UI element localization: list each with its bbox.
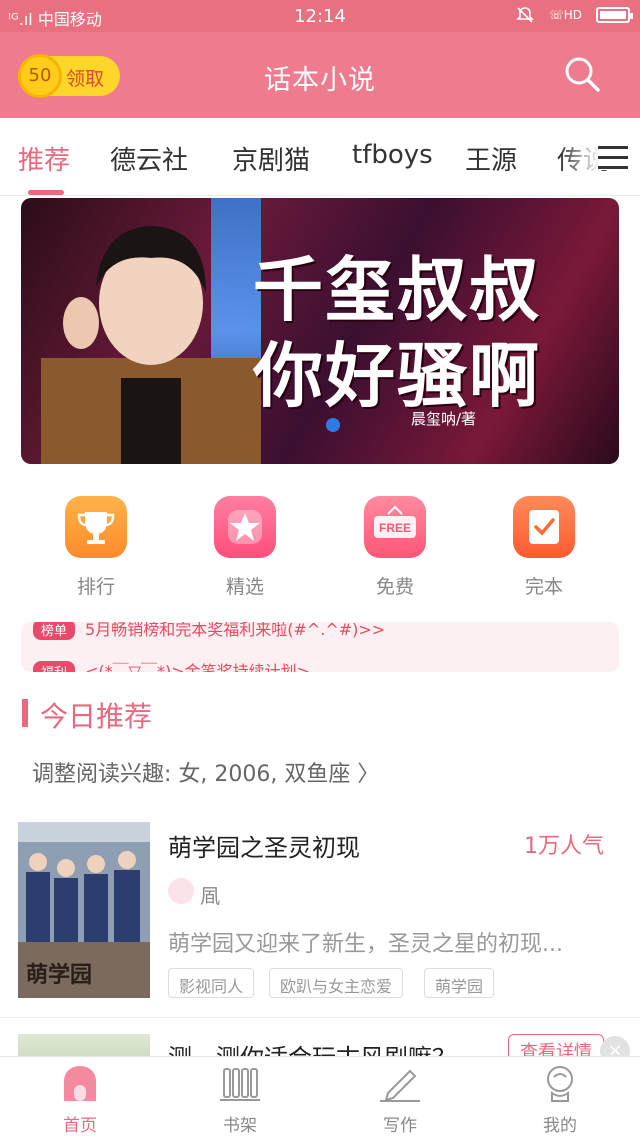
star-icon bbox=[214, 496, 276, 558]
carousel-indicator bbox=[326, 418, 340, 432]
notice-text: <(*￣▽￣*)>金笔奖持续计划> bbox=[85, 662, 311, 672]
notice-scroller[interactable]: 榜单 5月畅销榜和完本奖福利来啦(#^.^#)>> 福利 <(*￣▽￣*)>金笔奖持… bbox=[21, 622, 619, 672]
banner-author: 晨玺呐/著 bbox=[411, 410, 477, 428]
book-card[interactable]: 测一测你适合玩古风剧嘛？ 查看详情 × bbox=[0, 1018, 640, 1058]
book-tag[interactable]: 影视同人 bbox=[168, 968, 255, 998]
profile-icon bbox=[540, 1063, 580, 1103]
shortcut-ranking[interactable]: 排行 bbox=[46, 496, 146, 599]
section-marker bbox=[22, 699, 28, 727]
book-title: 萌学园之圣灵初现 bbox=[168, 834, 360, 862]
shortcut-label: 完本 bbox=[524, 576, 563, 598]
book-tag[interactable]: 萌学园 bbox=[424, 968, 495, 998]
notice-tag: 榜单 bbox=[33, 622, 76, 640]
tab-deyunshe[interactable]: 德云社 bbox=[110, 140, 188, 177]
svg-text:萌学园: 萌学园 bbox=[26, 962, 92, 988]
tab-wangyuan[interactable]: 王源 bbox=[465, 140, 517, 177]
shortcut-label: 排行 bbox=[76, 576, 115, 598]
status-icons: ☏HD bbox=[515, 5, 633, 25]
book-popularity: 1万人气 bbox=[524, 834, 604, 859]
view-details-button[interactable]: 查看详情 bbox=[508, 1034, 604, 1058]
close-icon[interactable]: × bbox=[600, 1036, 630, 1058]
nav-profile[interactable]: 我的 bbox=[500, 1063, 620, 1136]
trophy-icon bbox=[65, 496, 127, 558]
shortcut-featured[interactable]: 精选 bbox=[195, 496, 295, 599]
hd-call-icon: ☏HD bbox=[548, 8, 582, 22]
nav-bookshelf[interactable]: 书架 bbox=[180, 1063, 300, 1136]
bottom-navigation: 首页 书架 写作 我的 bbox=[0, 1056, 640, 1138]
book-cover-image: 萌学园 bbox=[18, 822, 150, 998]
shortcut-free[interactable]: FREE 免费 bbox=[345, 496, 445, 599]
nav-label: 首页 bbox=[63, 1116, 97, 1136]
book-card[interactable]: 萌学园 萌学园之圣灵初现 1万人气 凮 萌学园又迎来了新生，圣灵之星的初现...… bbox=[0, 806, 640, 1018]
book-tag[interactable]: 欧趴与女主恋爱 bbox=[269, 968, 404, 998]
reading-preferences-link[interactable]: 调整阅读兴趣: 女, 2006, 双鱼座 〉 bbox=[32, 756, 379, 788]
featured-banner[interactable]: 千玺叔叔 你好骚啊 晨玺呐/著 bbox=[21, 198, 619, 464]
cover-portrait-image bbox=[41, 226, 261, 464]
status-bar: ᴵᴳ.ıl 中国移动 12:14 ☏HD bbox=[0, 0, 640, 32]
hd-label: HD bbox=[563, 8, 582, 22]
shortcut-label: 免费 bbox=[375, 576, 414, 598]
shortcut-row: 排行 精选 FREE 免费 完本 bbox=[0, 496, 640, 606]
book-description: 萌学园又迎来了新生，圣灵之星的初现... bbox=[168, 932, 563, 957]
book-author: 凮 bbox=[200, 884, 220, 908]
author-avatar bbox=[168, 878, 194, 904]
notice-text: 5月畅销榜和完本奖福利来啦(#^.^#)>> bbox=[85, 622, 386, 639]
nav-label: 书架 bbox=[223, 1116, 257, 1136]
nav-write[interactable]: 写作 bbox=[340, 1063, 460, 1136]
tabs-fade bbox=[560, 128, 600, 188]
search-icon[interactable] bbox=[562, 54, 602, 94]
svg-text:FREE: FREE bbox=[379, 521, 411, 535]
app-title: 话本小说 bbox=[264, 65, 376, 96]
nav-label: 我的 bbox=[543, 1116, 577, 1136]
notice-item[interactable]: 榜单 5月畅销榜和完本奖福利来啦(#^.^#)>> bbox=[33, 622, 385, 640]
active-tab-indicator bbox=[28, 190, 64, 195]
home-icon bbox=[60, 1063, 100, 1103]
book-cover-image bbox=[18, 1034, 150, 1058]
tabs-menu-icon[interactable] bbox=[598, 146, 628, 170]
check-note-icon bbox=[513, 496, 575, 558]
section-title-text: 今日推荐 bbox=[40, 700, 153, 733]
tab-jingjumao[interactable]: 京剧猫 bbox=[232, 140, 310, 177]
category-tabs: 推荐 德云社 京剧猫 tfboys 王源 传说 bbox=[0, 118, 640, 196]
battery-icon bbox=[596, 7, 633, 23]
banner-title-line2: 你好骚啊 bbox=[253, 335, 541, 417]
notice-item[interactable]: 福利 <(*￣▽￣*)>金笔奖持续计划> bbox=[33, 658, 310, 672]
shortcut-label: 精选 bbox=[225, 576, 264, 598]
shortcut-completed[interactable]: 完本 bbox=[494, 496, 594, 599]
tab-recommend[interactable]: 推荐 bbox=[18, 140, 70, 177]
free-sign-icon: FREE bbox=[364, 496, 426, 558]
tab-tfboys[interactable]: tfboys bbox=[352, 140, 433, 170]
app-header: 50 领取 话本小说 bbox=[0, 32, 640, 118]
pencil-icon bbox=[380, 1063, 420, 1103]
nav-home[interactable]: 首页 bbox=[20, 1063, 140, 1136]
bell-muted-icon bbox=[515, 7, 534, 23]
bookshelf-icon bbox=[220, 1063, 260, 1103]
nav-label: 写作 bbox=[383, 1116, 417, 1136]
notice-tag: 福利 bbox=[33, 661, 76, 672]
book-title: 测一测你适合玩古风剧嘛？ bbox=[168, 1044, 456, 1058]
